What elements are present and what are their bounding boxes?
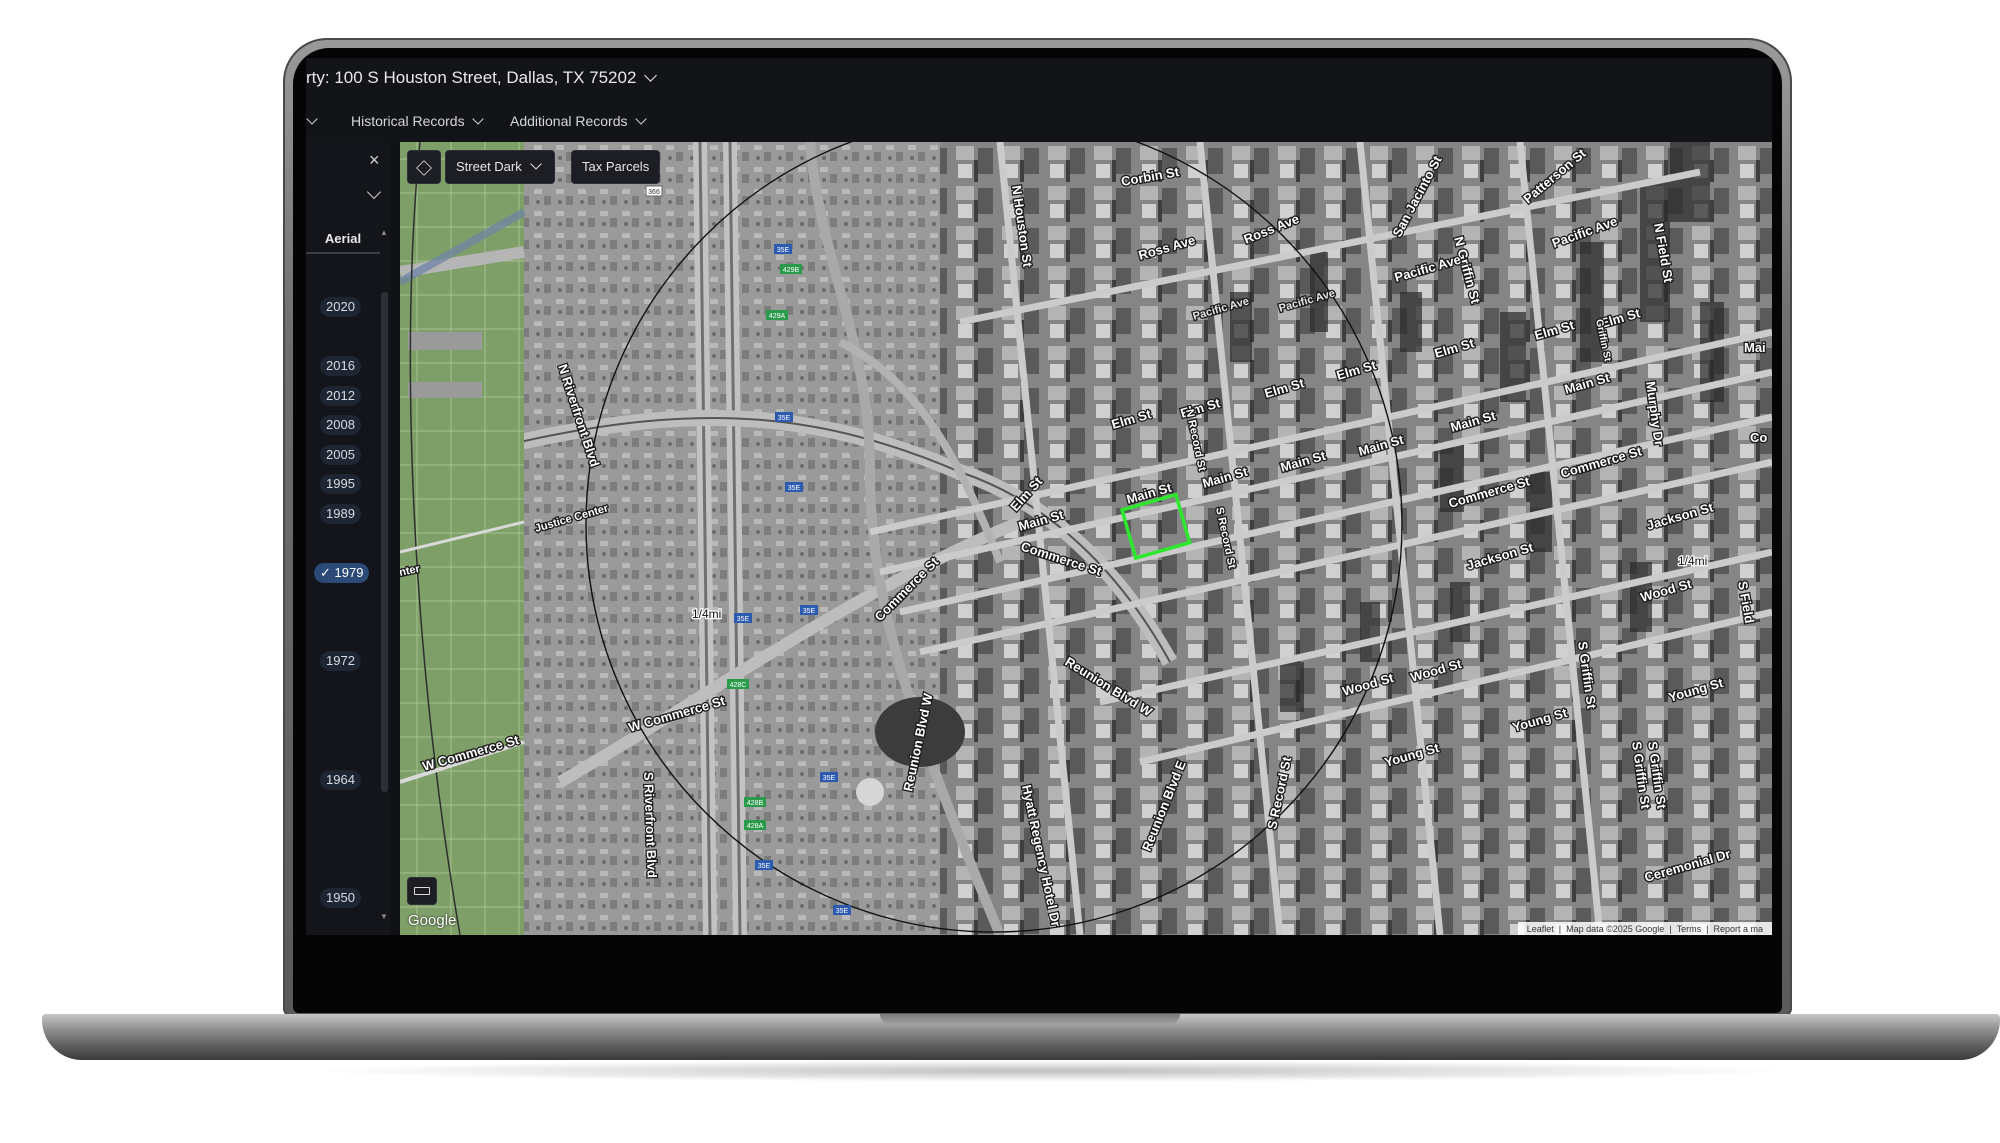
aerial-imagery: 35E 429B 429A 35E 35E 35E 35E 428C 35E 4… bbox=[400, 142, 1772, 935]
scroll-down-arrow[interactable]: ▼ bbox=[380, 912, 388, 921]
svg-text:428B: 428B bbox=[747, 800, 764, 807]
year-1995[interactable]: 1995 bbox=[320, 474, 361, 494]
sidebar-scrollbar[interactable] bbox=[381, 292, 388, 792]
svg-text:35E: 35E bbox=[758, 863, 771, 870]
map-data-text: Map data ©2025 Google bbox=[1566, 924, 1665, 934]
nav-collapsed-dropdown[interactable] bbox=[306, 113, 320, 129]
google-logo: Google bbox=[408, 912, 457, 929]
svg-text:35E: 35E bbox=[823, 775, 836, 782]
tax-parcels-button[interactable]: Tax Parcels bbox=[572, 151, 660, 183]
svg-text:35E: 35E bbox=[777, 247, 790, 254]
radius-label-right: 1/4mi bbox=[1678, 554, 1707, 568]
header-bar: rty: 100 S Houston Street, Dallas, TX 75… bbox=[306, 58, 1772, 100]
year-2005[interactable]: 2005 bbox=[320, 445, 361, 465]
layers-icon bbox=[416, 160, 432, 176]
year-2016[interactable]: 2016 bbox=[320, 356, 361, 376]
street-dark-dropdown[interactable]: Street Dark bbox=[446, 151, 554, 183]
laptop-notch bbox=[880, 1014, 1180, 1024]
chevron-down-icon bbox=[634, 113, 647, 125]
report-link[interactable]: Report a ma bbox=[1713, 924, 1763, 934]
svg-text:Co: Co bbox=[1750, 430, 1767, 445]
street-dark-label: Street Dark bbox=[456, 159, 522, 174]
tab-aerial[interactable]: Aerial bbox=[306, 226, 380, 254]
nav-historical-records[interactable]: Historical Records bbox=[351, 113, 486, 129]
map-attribution: Leaflet | Map data ©2025 Google | Terms | Repo… bbox=[1517, 922, 1772, 935]
property-title: rty: 100 S Houston Street, Dallas, TX 75… bbox=[306, 68, 637, 87]
svg-text:429B: 429B bbox=[783, 267, 800, 274]
year-1950[interactable]: 1950 bbox=[320, 888, 361, 908]
svg-text:35E: 35E bbox=[836, 908, 849, 915]
chevron-down-icon bbox=[306, 113, 318, 125]
year-2020[interactable]: 2020 bbox=[320, 297, 361, 317]
svg-text:35E: 35E bbox=[788, 485, 801, 492]
property-selector[interactable]: rty: 100 S Houston Street, Dallas, TX 75… bbox=[306, 68, 659, 88]
scroll-up-arrow[interactable]: ▲ bbox=[380, 228, 388, 237]
svg-text:35E: 35E bbox=[737, 616, 750, 623]
svg-text:428C: 428C bbox=[730, 682, 747, 689]
records-nav: Historical Records Additional Records bbox=[306, 100, 1772, 142]
app-screen: rty: 100 S Houston Street, Dallas, TX 75… bbox=[306, 58, 1772, 935]
svg-text:428A: 428A bbox=[747, 823, 764, 830]
laptop-shadow bbox=[300, 1060, 1800, 1082]
chevron-down-icon bbox=[366, 184, 382, 200]
radius-label-left: 1/4mi bbox=[692, 607, 721, 621]
svg-text:Mai: Mai bbox=[1744, 340, 1766, 355]
chevron-down-icon bbox=[471, 113, 484, 125]
svg-text:366: 366 bbox=[648, 189, 660, 196]
chevron-down-icon bbox=[644, 69, 658, 82]
year-1979-selected[interactable]: ✓ 1979 bbox=[314, 563, 370, 583]
year-1972[interactable]: 1972 bbox=[320, 651, 361, 671]
year-2008[interactable]: 2008 bbox=[320, 415, 361, 435]
year-1989[interactable]: 1989 bbox=[320, 504, 361, 524]
leaflet-link[interactable]: Leaflet bbox=[1527, 924, 1554, 934]
measure-ruler-button[interactable] bbox=[408, 878, 436, 904]
collapse-button[interactable] bbox=[366, 184, 382, 202]
terms-link[interactable]: Terms bbox=[1677, 924, 1702, 934]
year-sidebar: × Aerial 2020 2016 2012 2008 2005 1995 1… bbox=[306, 142, 390, 935]
nav-additional-records-label: Additional Records bbox=[510, 113, 628, 129]
chevron-down-icon bbox=[530, 158, 542, 170]
nav-historical-records-label: Historical Records bbox=[351, 113, 465, 129]
year-1964[interactable]: 1964 bbox=[320, 770, 361, 790]
close-icon[interactable]: × bbox=[369, 150, 380, 171]
year-2012[interactable]: 2012 bbox=[320, 386, 361, 406]
map-view[interactable]: 35E 429B 429A 35E 35E 35E 35E 428C 35E 4… bbox=[400, 142, 1772, 935]
ruler-icon bbox=[414, 887, 430, 895]
layers-button[interactable] bbox=[408, 151, 440, 183]
svg-text:35E: 35E bbox=[778, 415, 791, 422]
svg-text:429A: 429A bbox=[769, 313, 786, 320]
svg-text:35E: 35E bbox=[803, 608, 816, 615]
nav-additional-records[interactable]: Additional Records bbox=[510, 113, 649, 129]
